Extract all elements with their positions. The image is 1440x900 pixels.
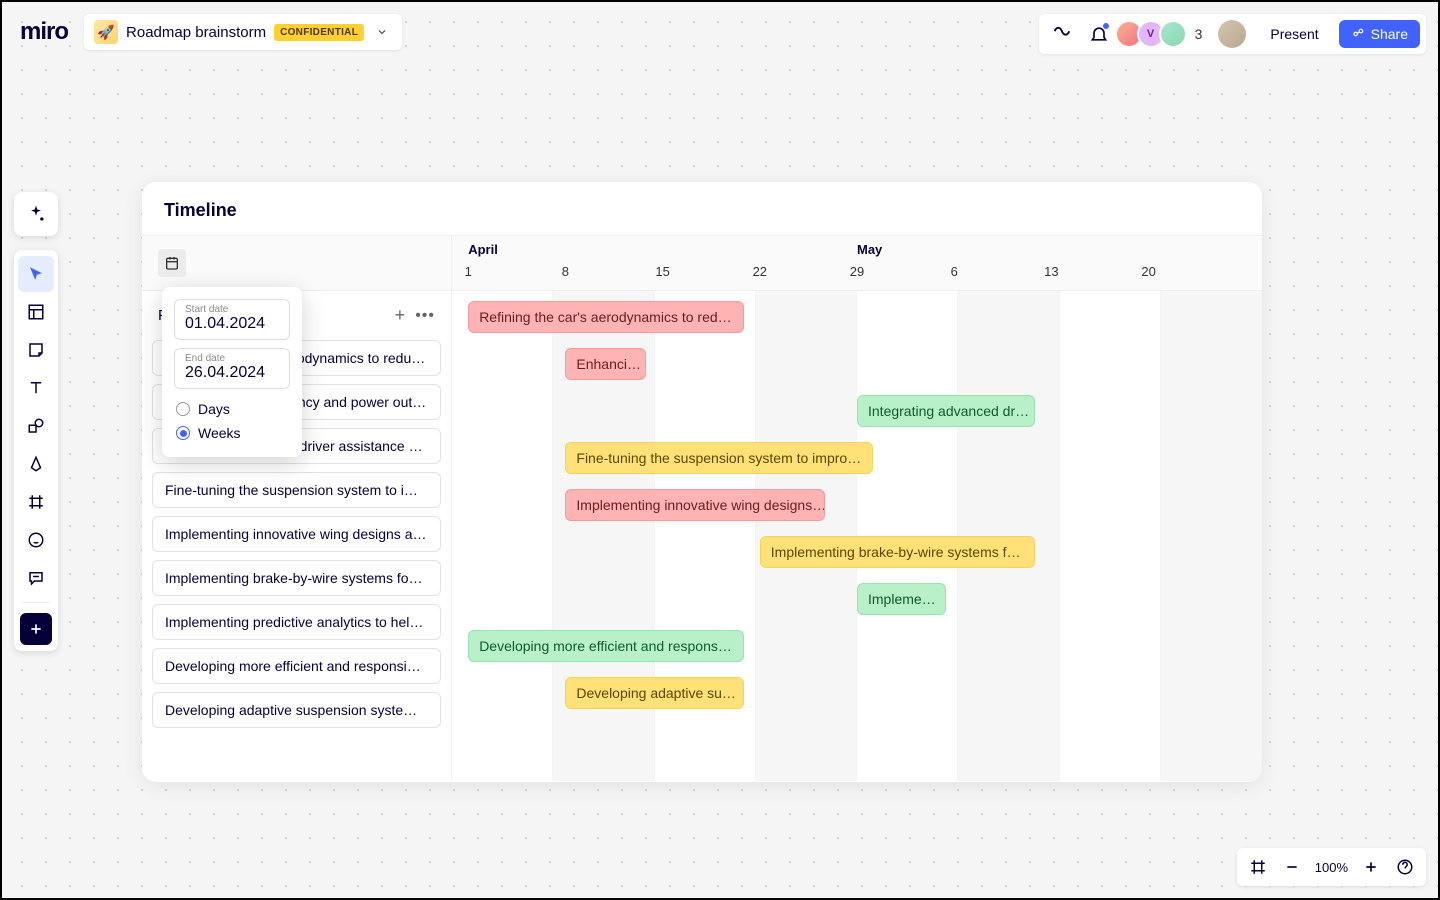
month-label: April bbox=[468, 242, 498, 257]
radio-label: Weeks bbox=[198, 425, 241, 441]
add-task-button[interactable]: + bbox=[395, 305, 406, 326]
timeline-bar[interactable]: Developing adaptive su… bbox=[565, 677, 743, 709]
group-more-button[interactable]: ••• bbox=[415, 307, 435, 325]
confidential-badge: CONFIDENTIAL bbox=[274, 24, 364, 41]
timeline-grid[interactable]: Refining the car's aerodynamics to red… E… bbox=[452, 291, 1262, 781]
timeline-bar[interactable]: Implementing innovative wing designs… bbox=[565, 489, 824, 521]
day-label: 22 bbox=[753, 264, 767, 279]
timeline-bar[interactable]: Refining the car's aerodynamics to red… bbox=[468, 301, 743, 333]
pen-tool[interactable] bbox=[18, 446, 54, 482]
day-label: 29 bbox=[850, 264, 864, 279]
zoom-out-button[interactable] bbox=[1277, 852, 1307, 882]
pointer-tool[interactable] bbox=[18, 256, 54, 292]
radio-icon bbox=[176, 402, 190, 416]
help-button[interactable] bbox=[1390, 852, 1420, 882]
date-range-popover: Start date 01.04.2024 End date 26.04.202… bbox=[162, 287, 302, 457]
timeline-bar[interactable]: Developing more efficient and respons… bbox=[468, 630, 743, 662]
timeline-widget[interactable]: Timeline AprilMay1815222961320 Phase 1 +… bbox=[142, 182, 1262, 782]
end-date-value: 26.04.2024 bbox=[185, 364, 279, 382]
zoom-level[interactable]: 100% bbox=[1311, 860, 1352, 875]
music-icon[interactable] bbox=[1045, 18, 1077, 50]
calendar-button[interactable] bbox=[158, 249, 186, 277]
granularity-weeks-radio[interactable]: Weeks bbox=[174, 421, 290, 445]
avatar-count: 3 bbox=[1193, 26, 1209, 42]
sticker-tool[interactable] bbox=[18, 522, 54, 558]
day-label: 13 bbox=[1044, 264, 1058, 279]
timeline-bar[interactable]: Impleme… bbox=[857, 583, 946, 615]
timeline-bar[interactable]: Fine-tuning the suspension system to imp… bbox=[565, 442, 873, 474]
frame-tool[interactable] bbox=[18, 484, 54, 520]
end-date-field[interactable]: End date 26.04.2024 bbox=[174, 348, 290, 389]
start-date-field[interactable]: Start date 01.04.2024 bbox=[174, 299, 290, 340]
radio-icon bbox=[176, 426, 190, 440]
timeline-title: Timeline bbox=[142, 182, 1262, 235]
day-label: 15 bbox=[655, 264, 669, 279]
shapes-tool[interactable] bbox=[18, 408, 54, 444]
bell-icon[interactable] bbox=[1083, 18, 1115, 50]
task-item[interactable]: Developing adaptive suspension system… bbox=[152, 692, 441, 728]
notification-dot bbox=[1103, 23, 1109, 29]
granularity-days-radio[interactable]: Days bbox=[174, 397, 290, 421]
timeline-bar[interactable]: Implementing brake-by-wire systems f… bbox=[760, 536, 1035, 568]
timeline-bar[interactable]: Enhanci… bbox=[565, 348, 646, 380]
start-date-value: 01.04.2024 bbox=[185, 315, 279, 333]
task-item[interactable]: Fine-tuning the suspension system to i… bbox=[152, 472, 441, 508]
add-tool-button[interactable] bbox=[20, 613, 52, 645]
zoom-controls: 100% bbox=[1237, 848, 1426, 886]
avatar[interactable] bbox=[1159, 20, 1187, 48]
day-label: 1 bbox=[465, 264, 472, 279]
left-toolbar bbox=[14, 250, 58, 651]
task-item[interactable]: Developing more efficient and responsi… bbox=[152, 648, 441, 684]
fit-frame-button[interactable] bbox=[1243, 852, 1273, 882]
timeline-header: April May 1 8 15 22 29 6 13 20 bbox=[142, 235, 1262, 291]
day-label: 8 bbox=[562, 264, 569, 279]
start-date-label: Start date bbox=[185, 304, 279, 315]
share-button[interactable]: Share bbox=[1339, 20, 1420, 48]
month-label: May bbox=[857, 242, 882, 257]
task-item[interactable]: Implementing predictive analytics to hel… bbox=[152, 604, 441, 640]
day-label: 6 bbox=[951, 264, 958, 279]
template-tool[interactable] bbox=[18, 294, 54, 330]
chevron-down-icon[interactable] bbox=[372, 26, 392, 38]
text-tool[interactable] bbox=[18, 370, 54, 406]
radio-label: Days bbox=[198, 401, 230, 417]
collaborator-avatars[interactable]: V bbox=[1121, 20, 1187, 48]
current-user-avatar[interactable] bbox=[1218, 20, 1246, 48]
board-title-pill[interactable]: 🚀 Roadmap brainstorm CONFIDENTIAL bbox=[84, 14, 402, 50]
comment-tool[interactable] bbox=[18, 560, 54, 596]
board-emoji-icon: 🚀 bbox=[94, 20, 118, 44]
task-item[interactable]: Implementing innovative wing designs a… bbox=[152, 516, 441, 552]
miro-logo[interactable]: miro bbox=[14, 14, 74, 50]
top-right-toolbar: V 3 Present Share bbox=[1039, 14, 1426, 54]
day-label: 20 bbox=[1141, 264, 1155, 279]
timeline-bar[interactable]: Integrating advanced dr… bbox=[857, 395, 1035, 427]
end-date-label: End date bbox=[185, 353, 279, 364]
zoom-in-button[interactable] bbox=[1356, 852, 1386, 882]
sticky-note-tool[interactable] bbox=[18, 332, 54, 368]
board-name: Roadmap brainstorm bbox=[126, 24, 266, 41]
present-button[interactable]: Present bbox=[1256, 20, 1332, 48]
ai-sparkle-button[interactable] bbox=[14, 192, 58, 236]
task-item[interactable]: Implementing brake-by-wire systems fo… bbox=[152, 560, 441, 596]
share-label: Share bbox=[1371, 26, 1408, 42]
